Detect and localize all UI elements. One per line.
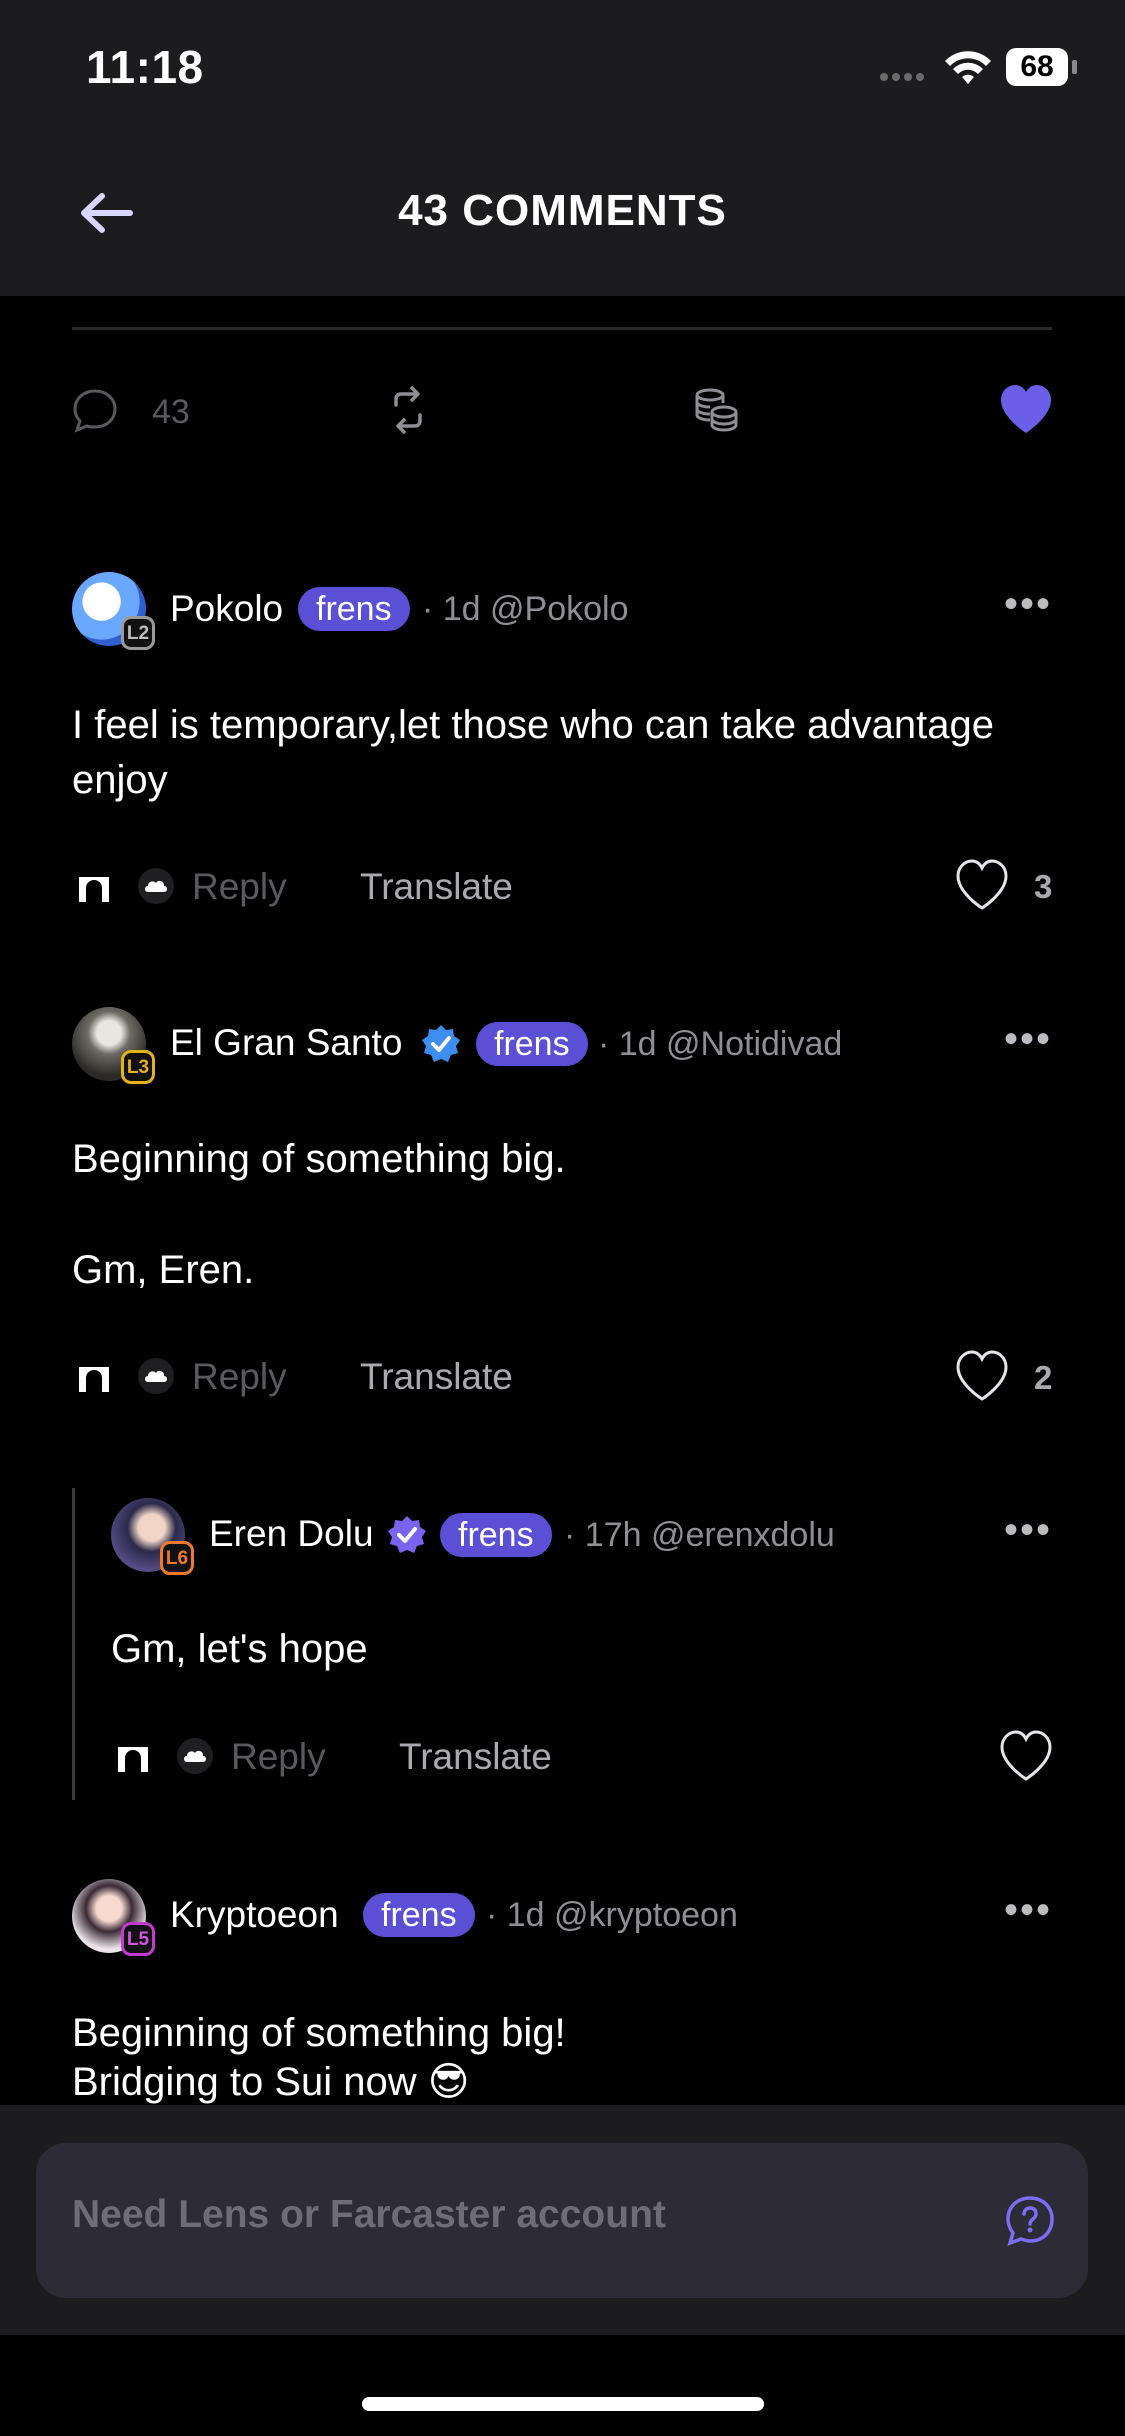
- level-badge: L6: [160, 1541, 194, 1575]
- comment-input-placeholder: Need Lens or Farcaster account: [72, 2193, 666, 2236]
- reply-button[interactable]: Reply: [231, 1736, 326, 1778]
- comment-text-line: Bridging to Sui now 😎: [72, 2060, 470, 2104]
- heart-icon[interactable]: [998, 1729, 1054, 1788]
- level-badge: L2: [121, 616, 155, 650]
- heart-icon[interactable]: [954, 858, 1010, 917]
- battery-indicator: 68: [1006, 48, 1068, 86]
- author-name[interactable]: Kryptoeon: [170, 1894, 339, 1936]
- reply-button[interactable]: Reply: [192, 1356, 287, 1398]
- comment-meta: · 1d @Notidivad: [598, 1025, 843, 1063]
- frens-badge: frens: [298, 587, 410, 631]
- author-name[interactable]: Pokolo: [170, 588, 283, 630]
- more-options-icon[interactable]: •••: [1004, 1017, 1052, 1062]
- comment-text: Gm, let's hope: [111, 1627, 368, 1671]
- verified-badge-icon: [386, 1514, 428, 1561]
- status-time: 11:18: [86, 41, 204, 93]
- battery-cap: [1072, 60, 1077, 74]
- comment-text-line: Beginning of something big.: [72, 1137, 566, 1181]
- cellular-signal-icon: [880, 68, 932, 81]
- comment-count: 43: [152, 393, 190, 431]
- comment-text-line: Gm, Eren.: [72, 1248, 255, 1292]
- cloud-icon[interactable]: [177, 1738, 213, 1774]
- reply-button[interactable]: Reply: [192, 866, 287, 908]
- translate-button[interactable]: Translate: [360, 1356, 513, 1398]
- author-name[interactable]: Eren Dolu: [209, 1513, 374, 1555]
- divider: [72, 327, 1052, 330]
- arch-icon[interactable]: [115, 1738, 151, 1779]
- arch-icon[interactable]: [76, 868, 112, 909]
- more-options-icon[interactable]: •••: [1004, 1508, 1052, 1553]
- more-options-icon[interactable]: •••: [1004, 582, 1052, 627]
- level-badge: L5: [121, 1922, 155, 1956]
- frens-badge: frens: [363, 1893, 475, 1937]
- translate-button[interactable]: Translate: [360, 866, 513, 908]
- help-question-icon[interactable]: [1003, 2193, 1057, 2252]
- comment-meta: · 1d @Pokolo: [422, 590, 629, 628]
- cloud-icon[interactable]: [138, 868, 174, 904]
- level-badge: L3: [121, 1050, 155, 1084]
- like-count: 3: [1034, 868, 1053, 905]
- verified-badge-icon: [420, 1023, 462, 1070]
- author-name[interactable]: El Gran Santo: [170, 1022, 402, 1064]
- comment-meta: · 17h @erenxdolu: [564, 1516, 835, 1554]
- repost-icon[interactable]: [384, 385, 432, 440]
- thread-line: [72, 1488, 75, 1800]
- liked-heart-icon[interactable]: [998, 383, 1054, 440]
- comment-meta: · 1d @kryptoeon: [486, 1896, 738, 1934]
- heart-icon[interactable]: [954, 1349, 1010, 1408]
- like-count: 2: [1034, 1359, 1053, 1396]
- home-indicator: [362, 2397, 764, 2411]
- cloud-icon[interactable]: [138, 1358, 174, 1394]
- frens-badge: frens: [476, 1022, 588, 1066]
- more-options-icon[interactable]: •••: [1004, 1888, 1052, 1933]
- coins-icon[interactable]: [690, 385, 742, 440]
- comment-text-line: Beginning of something big!: [72, 2011, 566, 2055]
- wifi-icon: [944, 50, 992, 93]
- comment-icon[interactable]: [70, 385, 120, 440]
- arch-icon[interactable]: [76, 1358, 112, 1399]
- comment-text: I feel is temporary,let those who can ta…: [72, 703, 995, 802]
- page-title: 43 COMMENTS: [398, 186, 727, 235]
- translate-button[interactable]: Translate: [399, 1736, 552, 1778]
- frens-badge: frens: [440, 1513, 552, 1557]
